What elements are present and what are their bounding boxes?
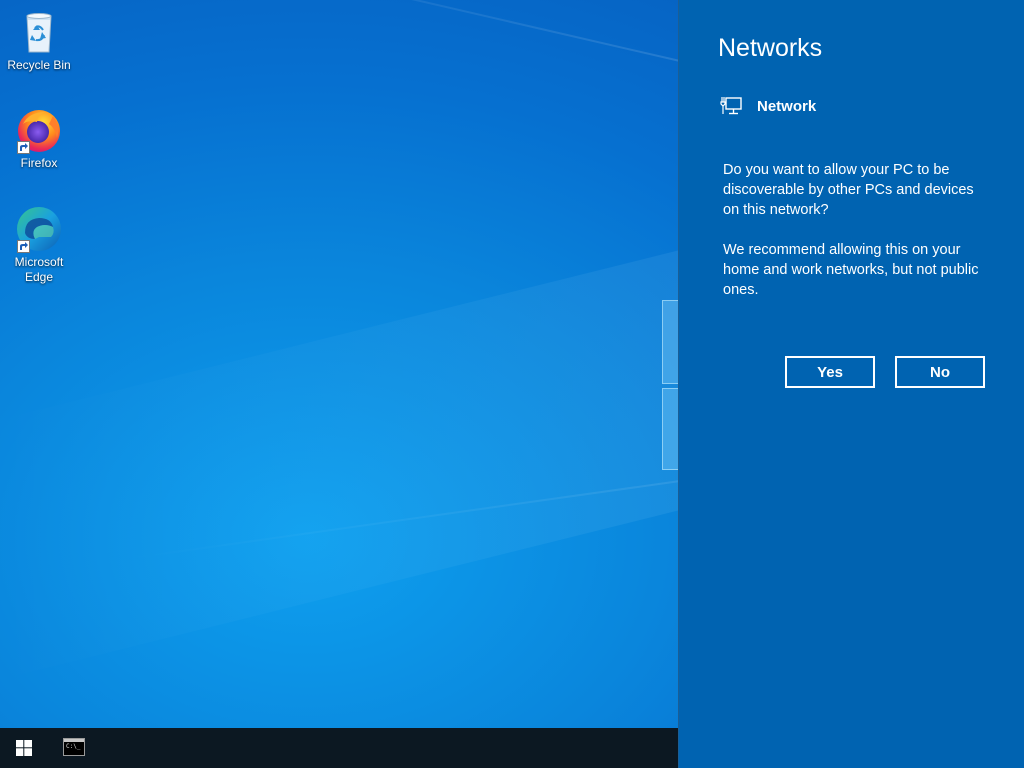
networks-flyout: Networks Network Do you want to allow yo…: [678, 0, 1024, 768]
discovery-prompt: Do you want to allow your PC to be disco…: [723, 160, 993, 320]
desktop-icon-microsoft-edge[interactable]: Microsoft Edge: [0, 205, 78, 285]
shortcut-arrow-icon: [17, 240, 30, 253]
firefox-icon: [15, 106, 63, 154]
start-button[interactable]: [0, 728, 48, 768]
edge-icon: [15, 205, 63, 253]
discovery-question: Do you want to allow your PC to be disco…: [723, 162, 974, 218]
command-prompt-icon: C:\_: [63, 738, 85, 756]
desktop-icon-recycle-bin[interactable]: Recycle Bin: [0, 8, 78, 73]
desktop-icon-firefox[interactable]: Firefox: [0, 106, 78, 171]
flyout-title: Networks: [718, 34, 823, 62]
recycle-bin-icon: [15, 8, 63, 56]
no-button[interactable]: No: [895, 356, 985, 388]
shortcut-arrow-icon: [17, 141, 30, 154]
desktop-icon-label: Microsoft Edge: [14, 255, 64, 284]
wallpaper-light-beam: [75, 0, 681, 62]
wired-network-icon: [720, 97, 742, 115]
discovery-recommendation: We recommend allowing this on your home …: [723, 242, 979, 298]
network-name: Network: [757, 97, 817, 115]
yes-button[interactable]: Yes: [785, 356, 875, 388]
windows-logo-icon: [16, 740, 32, 756]
network-item: Network: [719, 94, 816, 118]
desktop-icon-label: Recycle Bin: [7, 58, 71, 72]
desktop-icon-label: Firefox: [20, 156, 58, 170]
taskbar: C:\_: [0, 728, 678, 768]
taskbar-app-command-prompt[interactable]: C:\_: [52, 728, 96, 768]
wallpaper-light-beam: [0, 250, 680, 680]
